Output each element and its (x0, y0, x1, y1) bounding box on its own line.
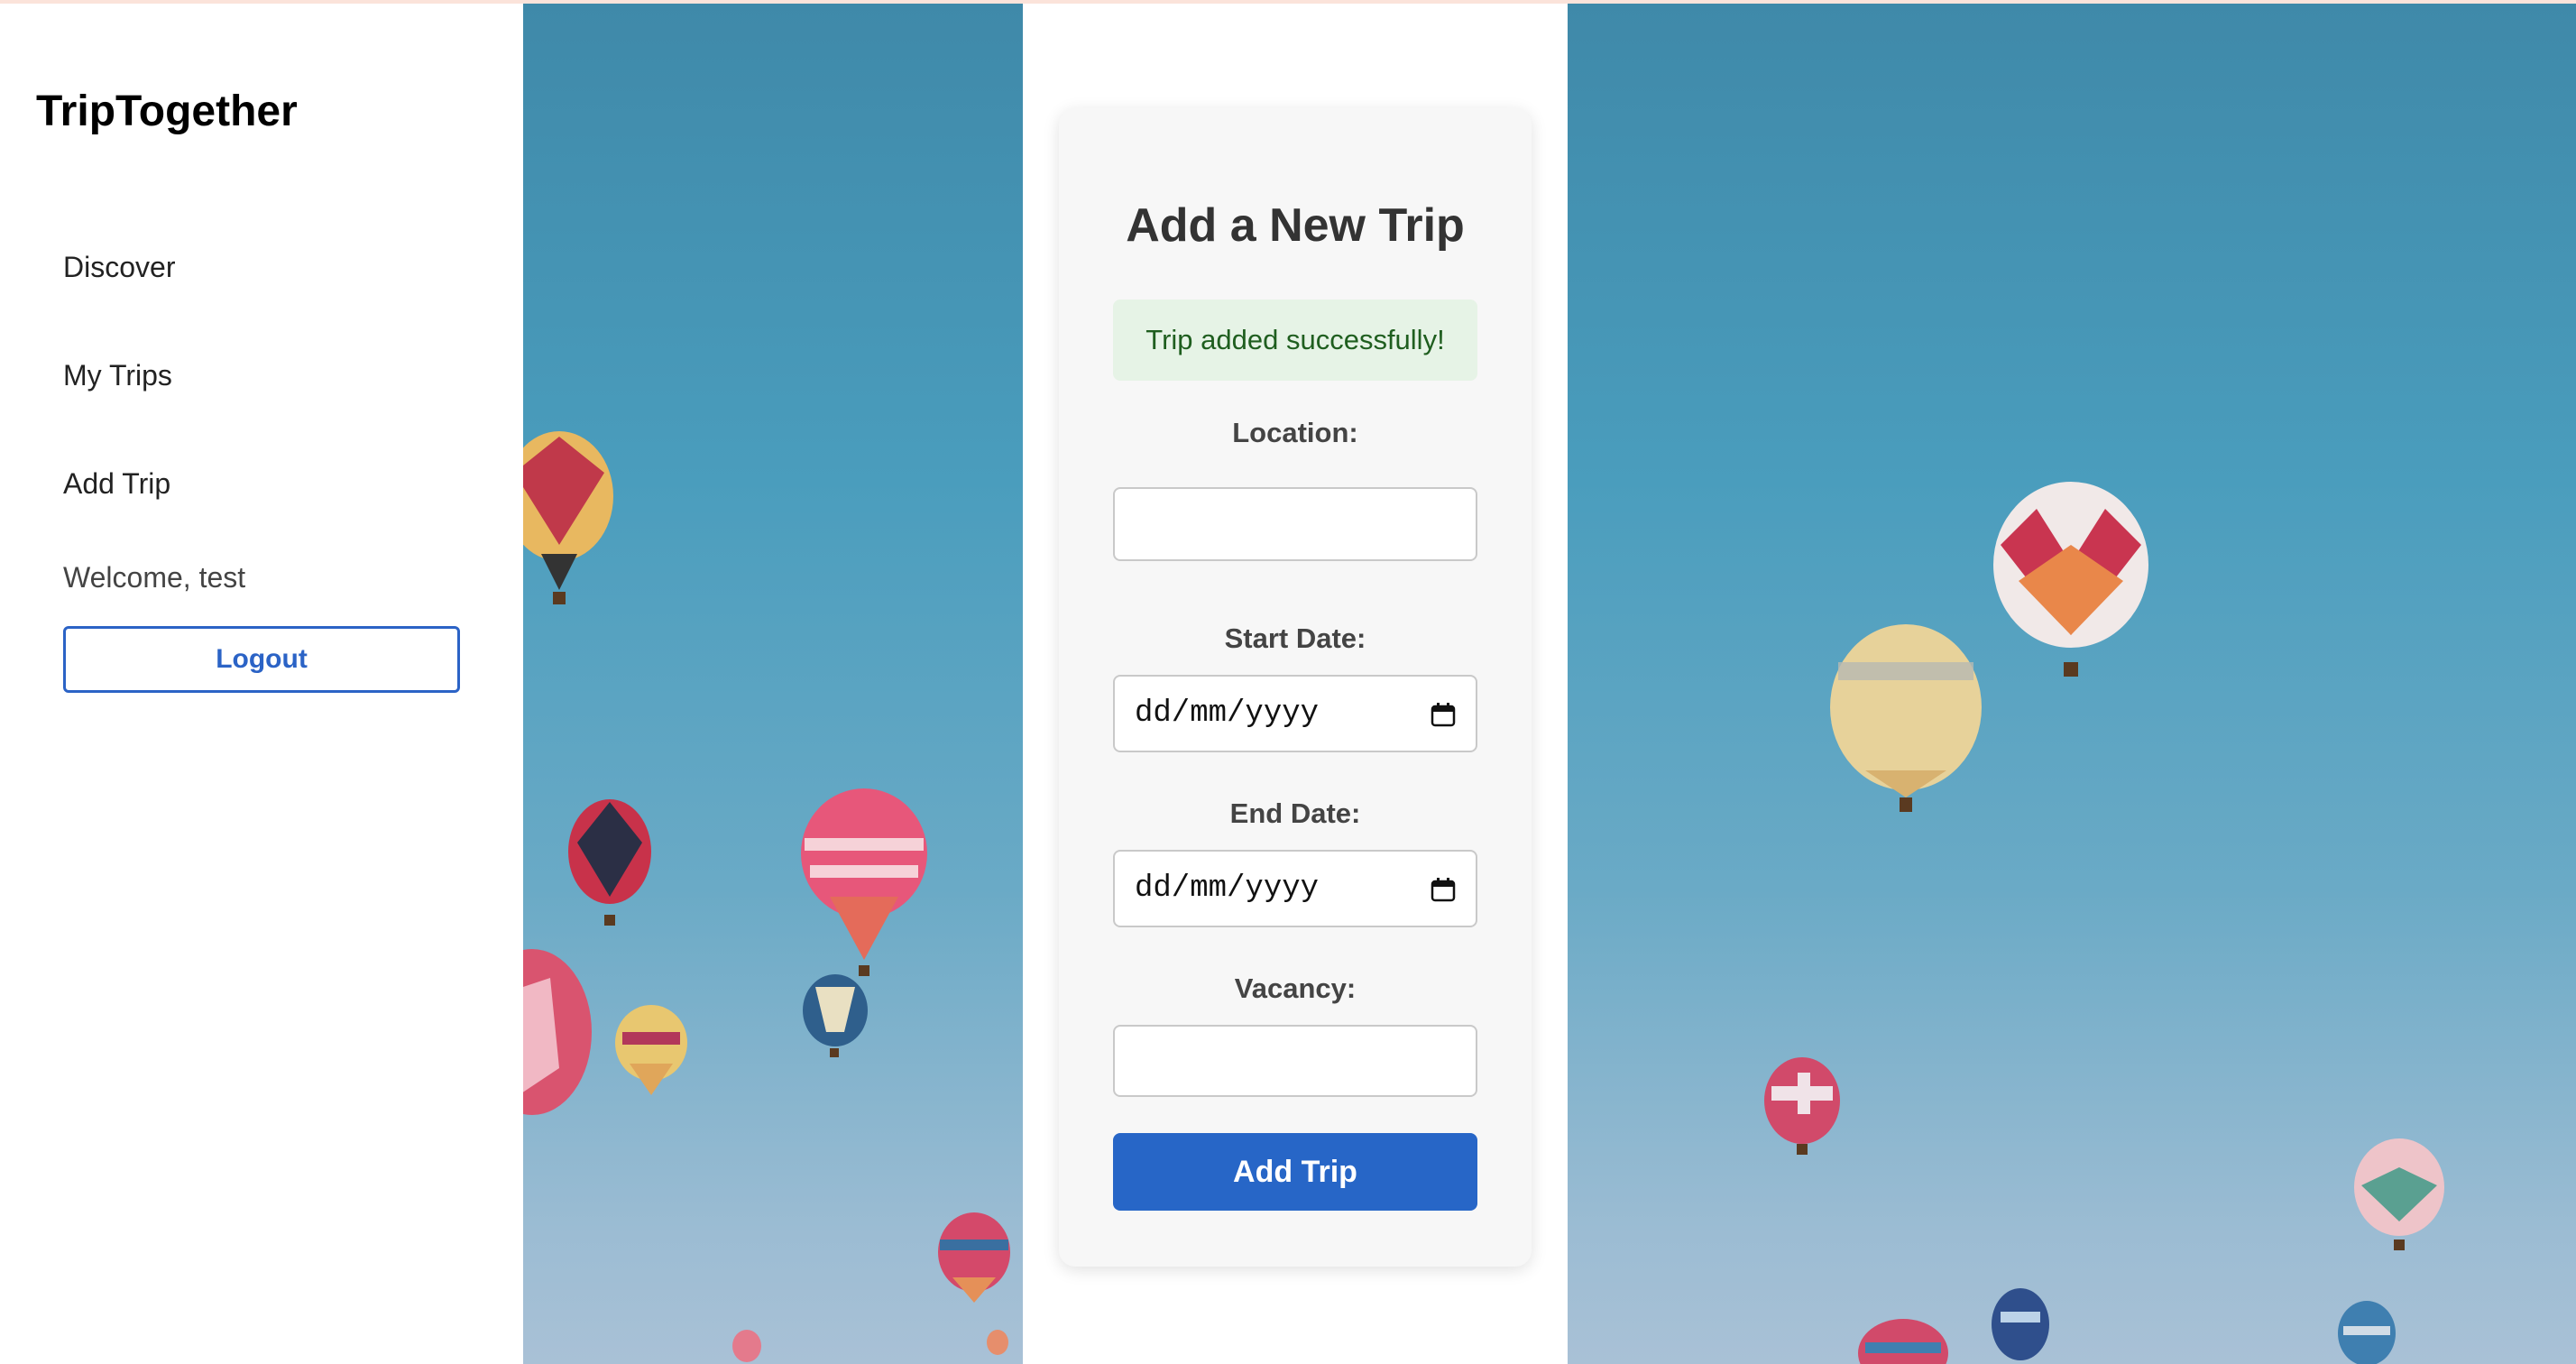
start-date-input[interactable]: dd/mm/yyyy (1113, 675, 1477, 752)
logout-button[interactable]: Logout (63, 626, 460, 693)
start-date-label: Start Date: (1224, 622, 1366, 654)
hot-air-balloon-icon (938, 1212, 1010, 1303)
hot-air-balloon-icon (1830, 624, 1982, 812)
app-window: TripTogether Discover My Trips Add Trip … (0, 0, 2576, 1364)
hot-air-balloon-icon (1764, 1057, 1840, 1155)
vacancy-input[interactable] (1113, 1025, 1477, 1097)
hot-air-balloon-icon (2354, 1138, 2444, 1250)
main-content: Add a New Trip Trip added successfully! … (1023, 4, 1568, 1364)
balloons-illustration-right (1764, 482, 2444, 1364)
calendar-icon[interactable] (1431, 877, 1456, 902)
hot-air-balloon-icon (1993, 482, 2148, 677)
hot-air-balloon-icon (732, 1330, 761, 1362)
location-label: Location: (1232, 417, 1358, 448)
hot-air-balloon-icon (987, 1330, 1008, 1355)
sidebar-item-add-trip[interactable]: Add Trip (63, 465, 170, 502)
vacancy-label: Vacancy: (1234, 972, 1357, 1004)
hot-air-balloon-icon (1992, 1288, 2049, 1360)
add-trip-form: Add a New Trip Trip added successfully! … (1059, 108, 1532, 1267)
background-image-left (523, 4, 1023, 1364)
end-date-label: End Date: (1229, 797, 1361, 829)
end-date-input[interactable]: dd/mm/yyyy (1113, 850, 1477, 927)
hot-air-balloon-icon (615, 1005, 687, 1095)
hot-air-balloon-icon (1858, 1319, 1948, 1364)
location-input[interactable] (1113, 487, 1477, 561)
form-title: Add a New Trip (1126, 199, 1465, 252)
add-trip-button[interactable]: Add Trip (1113, 1133, 1477, 1211)
app-title: TripTogether (36, 88, 298, 135)
end-date-value: dd/mm/yyyy (1135, 871, 1320, 906)
hot-air-balloon-icon (523, 431, 613, 604)
background-image-right (1568, 4, 2576, 1364)
hot-air-balloon-icon (801, 788, 927, 976)
sidebar-item-my-trips[interactable]: My Trips (63, 357, 172, 393)
balloons-illustration-left (523, 431, 1010, 1362)
success-message: Trip added successfully! (1113, 300, 1477, 381)
calendar-icon[interactable] (1431, 702, 1456, 727)
hot-air-balloon-icon (523, 949, 592, 1115)
welcome-text: Welcome, test (63, 561, 246, 594)
hot-air-balloon-icon (568, 799, 651, 926)
hot-air-balloon-icon (803, 974, 868, 1057)
sidebar: TripTogether Discover My Trips Add Trip … (0, 4, 523, 1364)
start-date-value: dd/mm/yyyy (1135, 696, 1320, 731)
sidebar-item-discover[interactable]: Discover (63, 249, 175, 285)
hot-air-balloon-icon (2338, 1301, 2396, 1364)
